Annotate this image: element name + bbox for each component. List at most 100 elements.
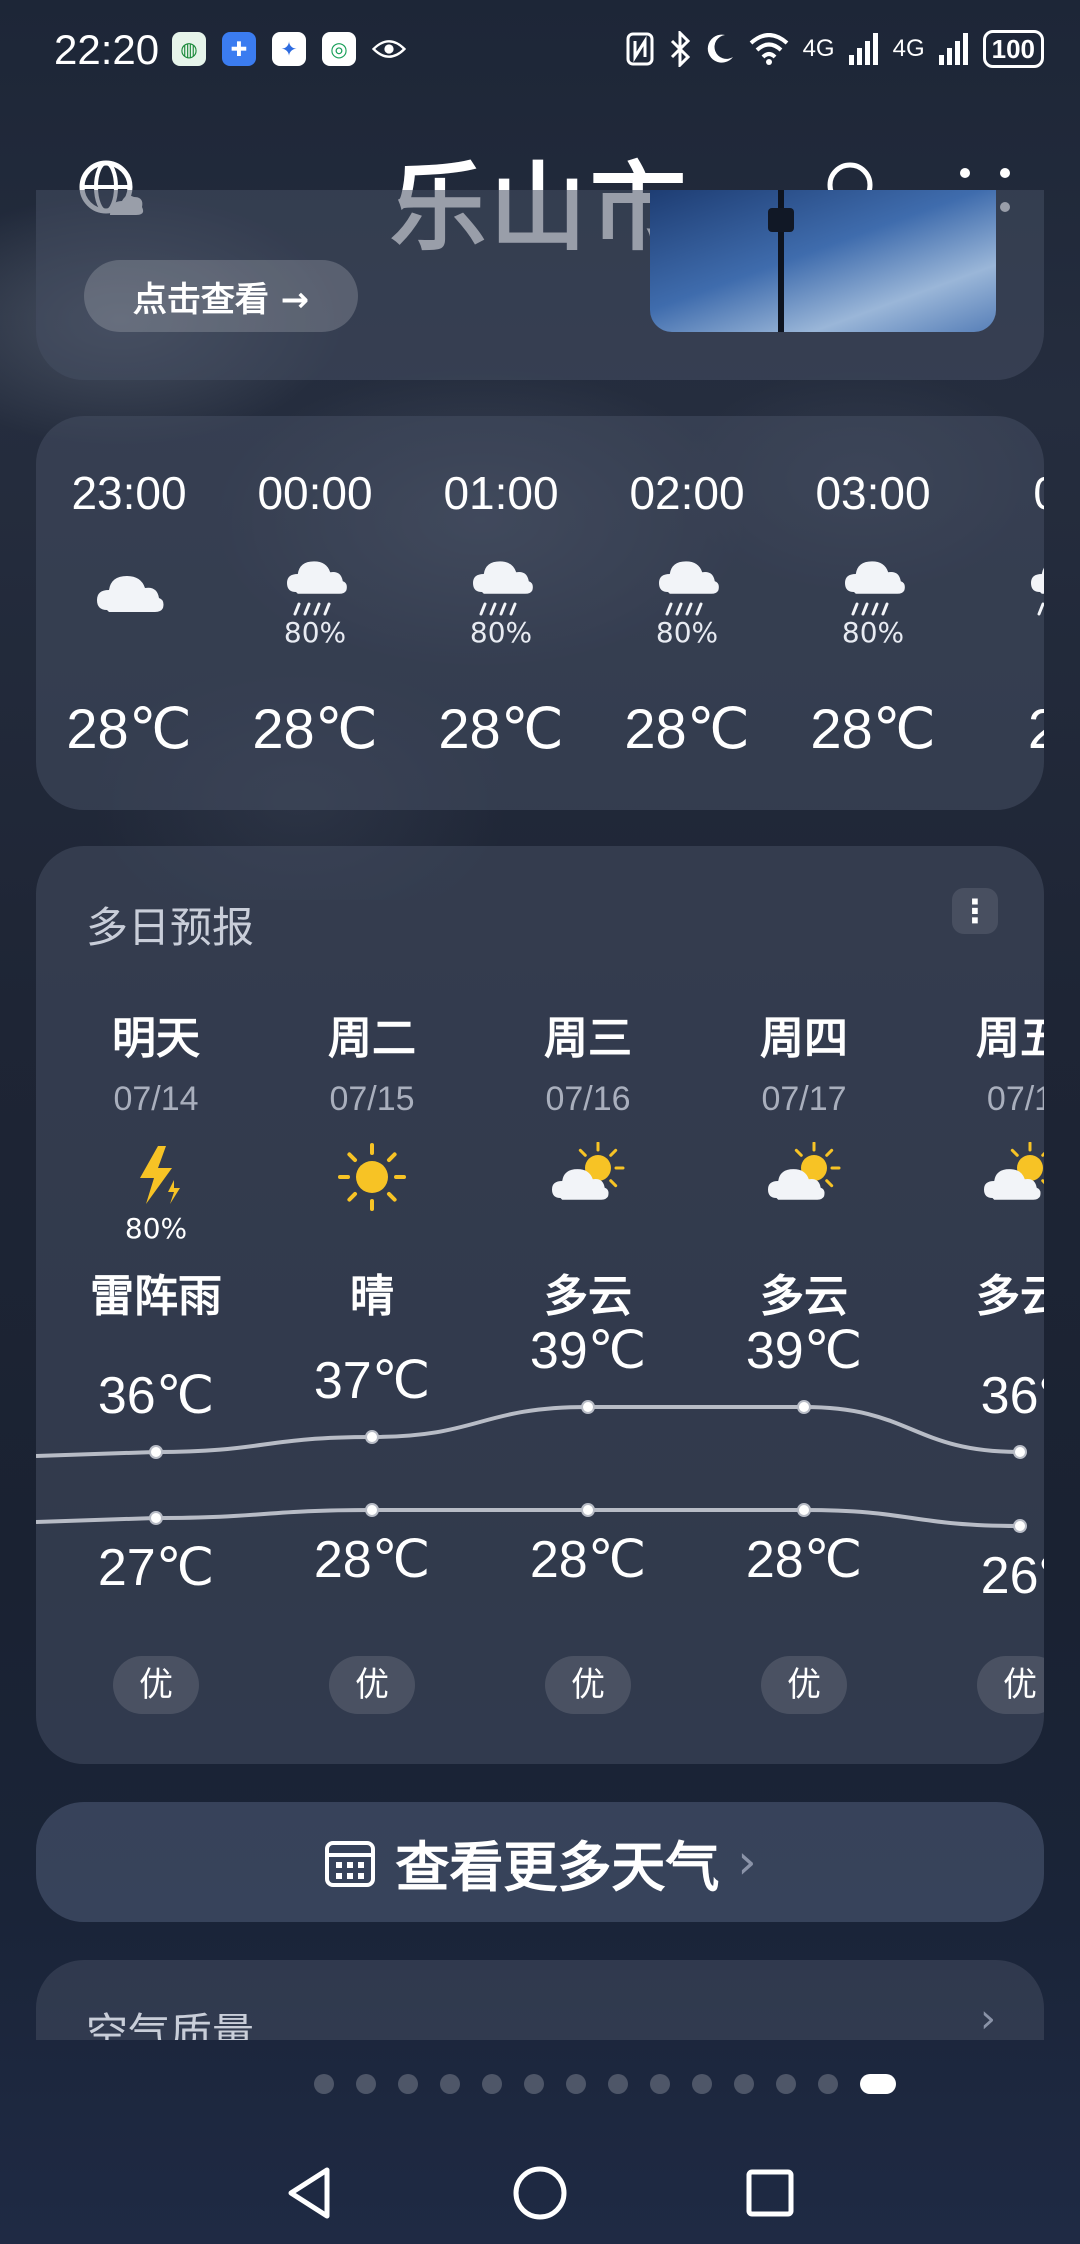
- weather-condition: 晴: [350, 1271, 394, 1322]
- low-temperature: 28℃: [745, 1531, 863, 1589]
- home-icon[interactable]: [505, 2158, 575, 2228]
- precip-chance: 8: [966, 616, 1044, 649]
- day-date: 07/16: [545, 1080, 631, 1118]
- air-quality-title: 空气质量: [86, 2009, 255, 2040]
- low-temperature: 28℃: [529, 1531, 647, 1589]
- weather-condition: 多云: [760, 1271, 848, 1322]
- more-weather-label: 查看更多天气: [395, 1835, 720, 1899]
- page-dot[interactable]: [650, 2074, 670, 2094]
- page-dot[interactable]: [482, 2074, 502, 2094]
- weather-condition: 多云: [976, 1271, 1044, 1322]
- hour-time: 01:00: [443, 467, 559, 519]
- aqi-badge[interactable]: 优: [113, 1656, 199, 1714]
- moon-icon: [707, 34, 733, 63]
- hour-temperature: 28℃: [624, 697, 750, 760]
- hour-time: 00:00: [257, 467, 373, 519]
- status-app-icons: ◍ ✚ ✦ ◎: [172, 32, 406, 66]
- more-weather-button[interactable]: 查看更多天气 ›: [36, 1802, 1044, 1922]
- network-type-2: 4G: [892, 35, 925, 62]
- chevron-right-icon: ›: [980, 1996, 996, 2040]
- sun-icon: [332, 1142, 412, 1212]
- telecom-app-icon: ✦: [272, 32, 306, 66]
- day-date: 07/15: [329, 1080, 415, 1118]
- page-dot[interactable]: [734, 2074, 754, 2094]
- system-navigation-bar: [0, 2140, 1080, 2244]
- precip-chance: 80%: [283, 616, 347, 649]
- rain-icon: [1019, 556, 1044, 616]
- rain-icon: [833, 556, 913, 616]
- daily-item: 明天 07/14 80% 雷阵雨 36℃ 27℃ 优: [48, 846, 264, 1764]
- aqi-badge[interactable]: 优: [545, 1656, 631, 1714]
- precip-chance: 80%: [841, 616, 905, 649]
- hour-time: 03:00: [815, 467, 931, 519]
- aqi-badge[interactable]: 优: [977, 1656, 1044, 1714]
- puzzle-app-icon: ✚: [222, 32, 256, 66]
- partly-cloudy-icon: [764, 1141, 844, 1212]
- page-dot[interactable]: [818, 2074, 838, 2094]
- hourly-item: 01:00 80% 28℃: [408, 416, 594, 810]
- weather-condition: 雷阵雨: [90, 1271, 222, 1322]
- low-temperature: 27℃: [97, 1539, 215, 1597]
- daily-item: 周四 07/17 多云 39℃ 28℃ 优: [696, 846, 912, 1764]
- high-temperature: 39℃: [745, 1322, 863, 1380]
- air-quality-card[interactable]: 空气质量 ›: [36, 1960, 1044, 2040]
- day-date: 07/14: [113, 1080, 199, 1118]
- hour-temperature: 27: [1027, 697, 1044, 760]
- status-indicators: 4G 4G 100: [625, 30, 1044, 68]
- page-dot[interactable]: [776, 2074, 796, 2094]
- hour-time: 04: [966, 466, 1044, 520]
- bluetooth-icon: [670, 31, 690, 67]
- status-time: 22:20: [54, 26, 160, 73]
- precip-chance: 80%: [124, 1212, 188, 1245]
- aqi-badge[interactable]: 优: [329, 1656, 415, 1714]
- hourly-item: 00:00 80% 28℃: [222, 416, 408, 810]
- hour-temperature: 28℃: [252, 697, 378, 760]
- day-name: 周五: [976, 1013, 1044, 1064]
- hour-temperature: 28℃: [66, 697, 192, 760]
- hourly-item: 03:00 80% 28℃: [780, 416, 966, 810]
- hour-time: 02:00: [629, 467, 745, 519]
- hour-time: 23:00: [71, 467, 187, 519]
- page-dot[interactable]: [692, 2074, 712, 2094]
- bank-app-icon: ◍: [172, 32, 206, 66]
- daily-item: 周三 07/16 多云 39℃ 28℃ 优: [480, 846, 696, 1764]
- partly-cloudy-icon: [980, 1141, 1044, 1212]
- banner-card: 点击查看 →: [36, 190, 1044, 380]
- city-page-indicator[interactable]: [0, 2074, 1080, 2094]
- page-dot[interactable]: [608, 2074, 628, 2094]
- nfc-icon: [626, 32, 654, 66]
- precip-chance: 80%: [469, 616, 533, 649]
- wifi-icon: [749, 33, 788, 65]
- daily-forecast-card[interactable]: 多日预报 ⋮ 明天 07/14 80% 雷阵雨 36℃ 27℃ 优周二 07/15 晴 37℃ 28…: [36, 846, 1044, 1764]
- aqi-badge[interactable]: 优: [761, 1656, 847, 1714]
- low-temperature: 28℃: [313, 1531, 431, 1589]
- page-dot[interactable]: [398, 2074, 418, 2094]
- daily-item: 周五 07/1 多云 36° 26° 优: [912, 846, 1044, 1764]
- page-dot[interactable]: [356, 2074, 376, 2094]
- page-dot[interactable]: [524, 2074, 544, 2094]
- chevron-right-icon: ›: [737, 1834, 757, 1890]
- page-dot[interactable]: [314, 2074, 334, 2094]
- eye-icon: [372, 32, 406, 66]
- view-details-button[interactable]: 点击查看 →: [84, 260, 358, 332]
- hour-temperature: 28℃: [438, 697, 564, 760]
- page-dot[interactable]: [440, 2074, 460, 2094]
- hourly-forecast-card[interactable]: 23:00 28℃ 00:00 80% 28℃ 01:00 80% 28℃ 02:00 80% 28…: [36, 416, 1044, 810]
- cloudy-icon: [89, 556, 169, 616]
- rain-icon: [647, 556, 727, 616]
- hourly-item: 02:00 80% 28℃: [594, 416, 780, 810]
- page-dot[interactable]: [566, 2074, 586, 2094]
- page-dot[interactable]: [860, 2074, 896, 2094]
- high-temperature: 37℃: [313, 1352, 431, 1410]
- high-temperature: 39℃: [529, 1322, 647, 1380]
- day-date: 07/17: [761, 1080, 847, 1118]
- precip-chance: 80%: [655, 616, 719, 649]
- daily-item: 周二 07/15 晴 37℃ 28℃ 优: [264, 846, 480, 1764]
- hourly-item: 23:00 28℃: [36, 416, 222, 810]
- banner-photo[interactable]: [650, 190, 996, 332]
- recents-icon[interactable]: [735, 2158, 805, 2228]
- signal-icon: [848, 33, 878, 65]
- mobile-app-icon: ◎: [322, 32, 356, 66]
- battery-indicator: 100: [982, 30, 1044, 68]
- back-icon[interactable]: [275, 2158, 345, 2228]
